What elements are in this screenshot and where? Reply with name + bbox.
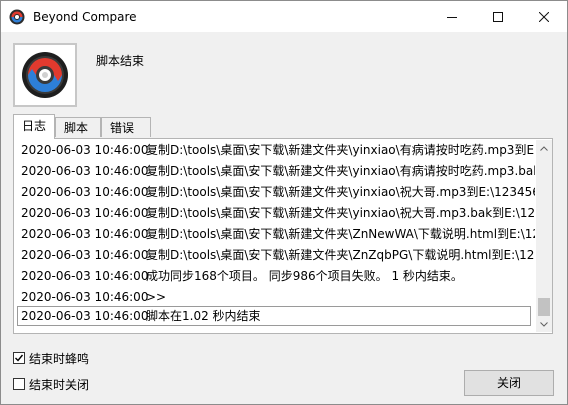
log-row[interactable]: 2020-06-03 10:46:00复制D:\tools\桌面\安下载\新建文… [21,140,535,160]
status-message: 脚本结束 [96,54,145,68]
scroll-up-button[interactable] [536,140,552,156]
log-message: >> [146,290,167,304]
log-row[interactable]: 2020-06-03 10:46:00复制D:\tools\桌面\安下载\新建文… [21,203,535,223]
checkmark-icon [15,354,24,362]
log-row[interactable]: 2020-06-03 10:46:00复制D:\tools\桌面\安下载\新建文… [21,245,535,265]
log-time: 2020-06-03 10:46:00 [21,164,149,178]
log-panel: 2020-06-03 10:46:00复制D:\tools\桌面\安下载\新建文… [13,138,553,334]
tab-script[interactable]: 脚本 [55,117,101,137]
log-time: 2020-06-03 10:46:00 [21,143,149,157]
log-scrollbar[interactable] [536,140,552,332]
window-close-button[interactable] [521,1,567,32]
log-message: 复制D:\tools\桌面\安下载\新建文件夹\yinxiao\祝大哥.mp3.… [146,206,535,220]
chevron-down-icon [540,321,548,327]
scroll-down-button[interactable] [536,316,552,332]
minimize-button[interactable] [429,1,475,32]
log-time: 2020-06-03 10:46:00 [21,227,149,241]
dialog-window: Beyond Compare 脚本结束 日志 脚本 错误 2020-06-03 … [0,0,568,405]
close-on-finish-label[interactable]: 结束时关闭 [29,376,89,393]
tab-log[interactable]: 日志 [13,114,55,139]
close-icon [539,11,549,22]
scroll-thumb[interactable] [538,298,550,316]
tab-errors[interactable]: 错误 [101,117,151,137]
log-message: 复制D:\tools\桌面\安下载\新建文件夹\yinxiao\祝大哥.mp3到… [146,185,535,199]
close-on-finish-option[interactable]: 结束时关闭 [13,376,89,392]
log-time: 2020-06-03 10:46:00 [21,309,149,323]
beep-on-finish-checkbox[interactable] [13,352,25,364]
beyond-compare-large-icon [22,52,68,98]
title-bar[interactable]: Beyond Compare [1,1,567,32]
log-message: 脚本在1.02 秒内结束 [146,309,261,323]
maximize-button[interactable] [475,1,521,32]
log-list[interactable]: 2020-06-03 10:46:00复制D:\tools\桌面\安下载\新建文… [15,140,535,332]
log-time: 2020-06-03 10:46:00 [21,269,149,283]
log-row[interactable]: 2020-06-03 10:46:00复制D:\tools\桌面\安下载\新建文… [21,161,535,181]
chevron-up-icon [540,145,548,151]
window-title: Beyond Compare [33,10,137,24]
app-logo [13,43,77,107]
minimize-icon [447,16,457,18]
log-message: 复制D:\tools\桌面\安下载\新建文件夹\ZnZqbPG\下载说明.htm… [146,248,535,262]
maximize-icon [493,11,503,22]
beep-on-finish-option[interactable]: 结束时蜂鸣 [13,350,89,366]
log-time: 2020-06-03 10:46:00 [21,290,149,304]
log-row-selected[interactable]: 2020-06-03 10:46:00脚本在1.02 秒内结束 [17,306,531,326]
log-message: 成功同步168个项目。 同步986个项目失败。 1 秒内结束。 [146,269,463,283]
log-message: 复制D:\tools\桌面\安下载\新建文件夹\yinxiao\有病请按时吃药.… [146,143,535,157]
log-message: 复制D:\tools\桌面\安下载\新建文件夹\yinxiao\有病请按时吃药.… [146,164,535,178]
close-button[interactable]: 关闭 [464,370,554,396]
beep-on-finish-label[interactable]: 结束时蜂鸣 [29,350,89,367]
log-row[interactable]: 2020-06-03 10:46:00成功同步168个项目。 同步986个项目失… [21,266,463,286]
log-time: 2020-06-03 10:46:00 [21,185,149,199]
close-on-finish-checkbox[interactable] [13,378,25,390]
log-time: 2020-06-03 10:46:00 [21,248,149,262]
log-time: 2020-06-03 10:46:00 [21,206,149,220]
log-row[interactable]: 2020-06-03 10:46:00>> [21,287,166,307]
log-row[interactable]: 2020-06-03 10:46:00复制D:\tools\桌面\安下载\新建文… [21,182,535,202]
log-row[interactable]: 2020-06-03 10:46:00复制D:\tools\桌面\安下载\新建文… [21,224,535,244]
beyond-compare-logo-icon [9,9,25,25]
log-message: 复制D:\tools\桌面\安下载\新建文件夹\ZnNewWA\下载说明.htm… [146,227,535,241]
